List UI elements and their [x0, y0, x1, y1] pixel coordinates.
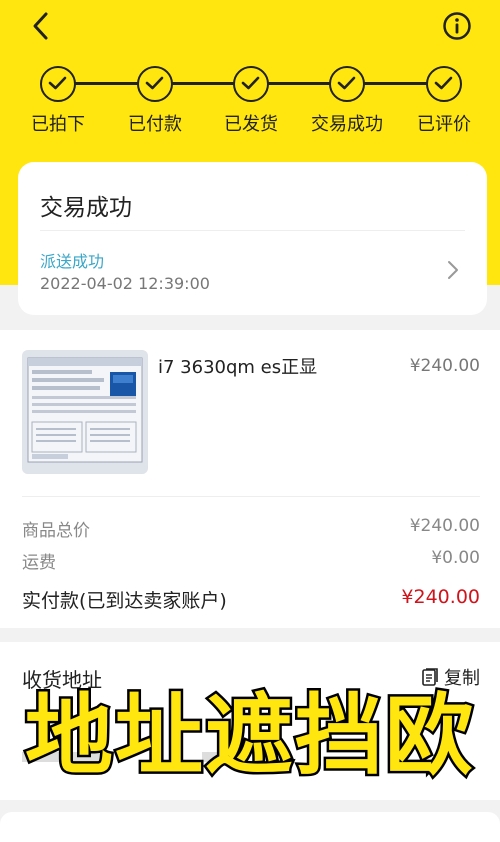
- step-label: 已付款: [128, 114, 182, 135]
- chevron-right-icon: [448, 261, 458, 279]
- step-label: 已评价: [417, 114, 471, 135]
- step-ordered: 已拍下: [8, 62, 108, 136]
- check-icon: [40, 66, 76, 102]
- shipping-value: ¥0.00: [431, 548, 480, 568]
- check-icon: [137, 66, 173, 102]
- product-name[interactable]: i7 3630qm es正显: [158, 353, 317, 379]
- step-reviewed: 已评价: [394, 62, 494, 136]
- shipping-row: 运费 ¥0.00: [22, 548, 480, 573]
- step-completed: 交易成功: [297, 62, 397, 136]
- product-price: ¥240.00: [409, 356, 480, 376]
- top-nav: [0, 0, 500, 52]
- status-card: 交易成功 派送成功 2022-04-02 12:39:00: [18, 162, 487, 315]
- order-card: i7 3630qm es正显 ¥240.00 商品总价 ¥240.00 运费 ¥…: [0, 330, 500, 628]
- info-button[interactable]: [441, 10, 473, 42]
- bottom-card: [0, 812, 500, 842]
- total-row: 实付款(已到达卖家账户) ¥240.00: [22, 586, 480, 613]
- step-label: 交易成功: [311, 114, 383, 135]
- back-button[interactable]: [26, 10, 58, 42]
- subtotal-row: 商品总价 ¥240.00: [22, 516, 480, 541]
- divider: [22, 496, 480, 497]
- delivery-status: 派送成功: [40, 252, 105, 271]
- delivery-time: 2022-04-02 12:39:00: [40, 274, 210, 293]
- order-progress: 已拍下 已付款 已发货 交易成功 已评价: [0, 62, 500, 135]
- step-paid: 已付款: [105, 62, 205, 136]
- shipping-label: 运费: [22, 553, 56, 573]
- info-icon: [443, 12, 471, 40]
- check-icon: [329, 66, 365, 102]
- chevron-left-icon: [33, 12, 48, 40]
- product-image[interactable]: [22, 350, 148, 474]
- overlay-mask-text: 地址遮挡欧: [22, 682, 475, 790]
- divider: [40, 230, 465, 231]
- step-shipped: 已发货: [201, 62, 301, 136]
- subtotal-label: 商品总价: [22, 521, 90, 541]
- total-label: 实付款(已到达卖家账户): [22, 590, 227, 612]
- check-icon: [426, 66, 462, 102]
- step-label: 已发货: [224, 114, 278, 135]
- check-icon: [233, 66, 269, 102]
- subtotal-value: ¥240.00: [409, 516, 480, 536]
- status-title: 交易成功: [40, 195, 132, 221]
- cpu-info-screenshot: [22, 350, 148, 474]
- step-label: 已拍下: [31, 114, 85, 135]
- total-value: ¥240.00: [401, 586, 480, 608]
